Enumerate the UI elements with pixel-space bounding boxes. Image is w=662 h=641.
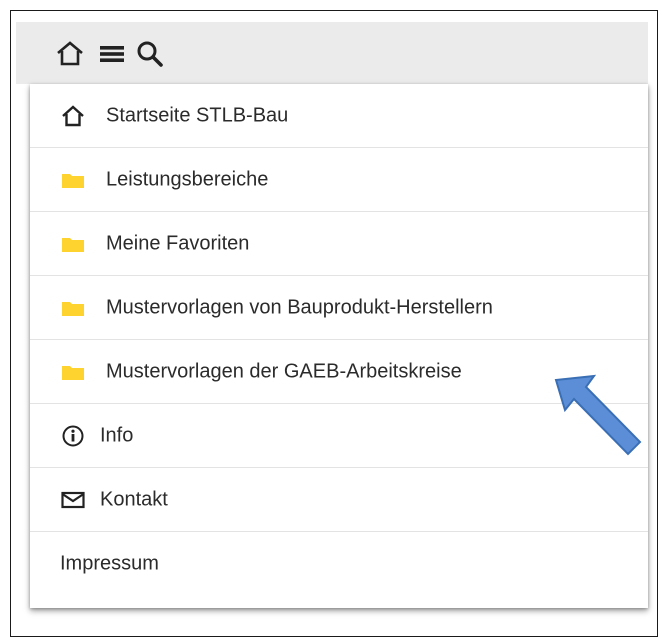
menu-item-leistungsbereiche[interactable]: Leistungsbereiche: [30, 148, 648, 212]
menu-item-label: Mustervorlagen von Bauprodukt-Hersteller…: [106, 296, 493, 318]
navigation-dropdown-menu: Startseite STLB-Bau Leistungsbereiche Me…: [30, 84, 648, 608]
menu-item-label: Info: [100, 424, 134, 446]
info-icon: [60, 424, 86, 448]
menu-item-label: Impressum: [60, 552, 159, 575]
search-button[interactable]: [134, 38, 166, 70]
menu-item-label: Startseite STLB-Bau: [106, 104, 289, 126]
search-icon: [137, 41, 163, 67]
menu-item-label: Mustervorlagen der GAEB-Arbeitskreise: [106, 360, 462, 382]
menu-item-impressum[interactable]: Impressum: [30, 532, 648, 596]
menu-item-mustervorlagen-hersteller[interactable]: Mustervorlagen von Bauprodukt-Hersteller…: [30, 276, 648, 340]
folder-icon: [60, 168, 86, 192]
menu-item-kontakt[interactable]: Kontakt: [30, 468, 648, 532]
menu-button[interactable]: [96, 38, 128, 70]
folder-icon: [60, 232, 86, 256]
home-button[interactable]: [54, 38, 86, 70]
folder-icon: [60, 296, 86, 320]
menu-item-label: Kontakt: [100, 488, 168, 510]
menu-item-startseite[interactable]: Startseite STLB-Bau: [30, 84, 648, 148]
home-icon: [60, 104, 86, 128]
top-toolbar: [16, 22, 648, 84]
menu-item-favoriten[interactable]: Meine Favoriten: [30, 212, 648, 276]
menu-item-label: Leistungsbereiche: [106, 168, 269, 190]
pointer-arrow-annotation: [554, 374, 642, 456]
menu-item-label: Meine Favoriten: [106, 232, 250, 254]
home-icon: [57, 41, 83, 66]
mail-icon: [60, 488, 86, 512]
folder-icon: [60, 360, 86, 384]
menu-icon: [100, 46, 124, 62]
